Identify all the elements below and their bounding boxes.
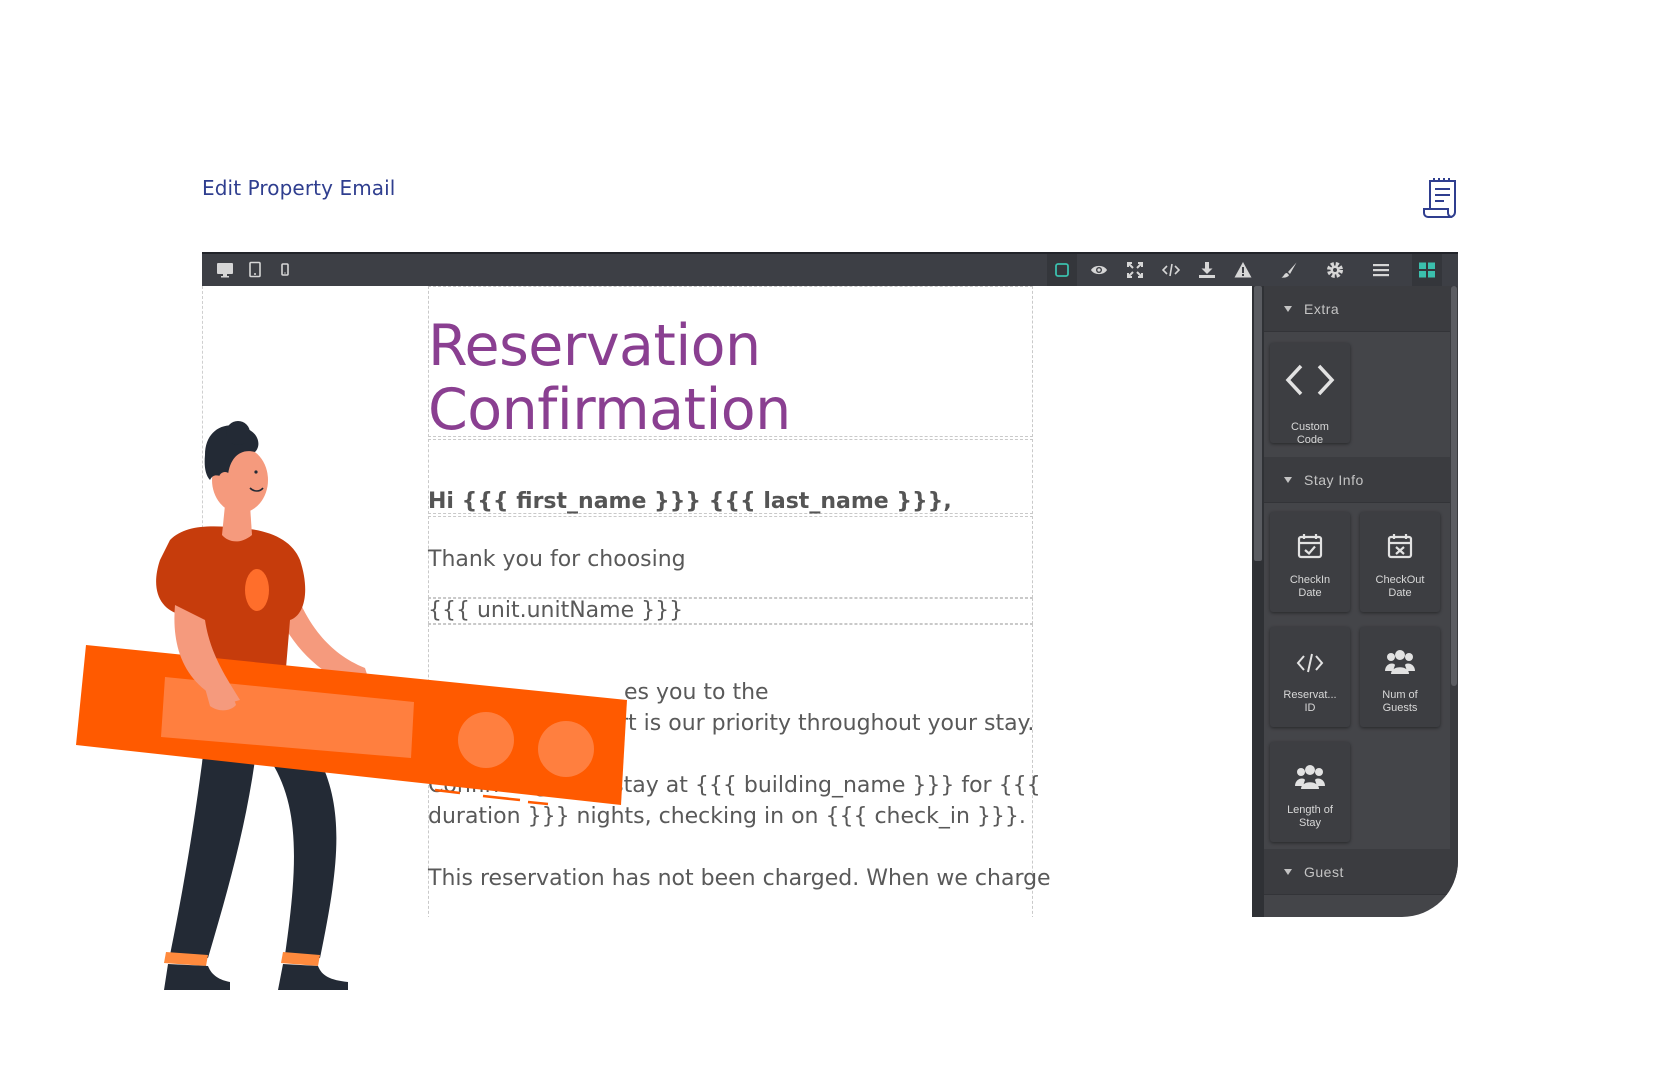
code-icon[interactable] — [1156, 254, 1186, 286]
email-editor: Reservation Confirmation Hi {{{ first_na… — [202, 252, 1458, 917]
sw-visibility-icon[interactable] — [1047, 254, 1077, 286]
caret-down-icon — [1284, 868, 1292, 875]
settings-icon[interactable] — [1320, 254, 1350, 286]
tablet-icon[interactable] — [240, 254, 270, 286]
confirm-line-2[interactable]: duration }}} nights, checking in on {{{ … — [428, 801, 1026, 832]
fullscreen-icon[interactable] — [1120, 254, 1150, 286]
welcome-line-2[interactable]: rt is our priority throughout your stay. — [619, 708, 1034, 739]
block-checkin-date[interactable]: CheckIn Date — [1270, 512, 1350, 612]
confirm-line-1[interactable]: Confirming your stay at {{{ building_nam… — [428, 770, 1041, 801]
canvas-scrollbar[interactable] — [1252, 286, 1264, 917]
caret-down-icon — [1284, 476, 1292, 483]
download-icon[interactable] — [1192, 254, 1222, 286]
blocks-panel: Extra Custom Code Stay Info CheckIn Date… — [1264, 286, 1458, 917]
category-extra[interactable]: Extra — [1264, 286, 1450, 332]
editor-canvas[interactable]: Reservation Confirmation Hi {{{ first_na… — [202, 286, 1253, 917]
users-icon — [1295, 765, 1325, 789]
block-reservation-id[interactable]: Reservat... ID — [1270, 627, 1350, 727]
greeting-text[interactable]: Hi {{{ first_name }}} {{{ last_name }}}, — [428, 486, 952, 517]
receipt-icon[interactable] — [1422, 178, 1460, 220]
desktop-icon[interactable] — [210, 254, 240, 286]
block-custom-code[interactable]: Custom Code — [1270, 343, 1350, 446]
calendar-check-icon — [1297, 534, 1323, 559]
category-guest[interactable]: Guest — [1264, 849, 1450, 895]
mobile-icon[interactable] — [270, 254, 300, 286]
editor-toolbar — [202, 252, 1458, 286]
charge-text[interactable]: This reservation has not been charged. W… — [428, 863, 1051, 894]
custom-code-icon — [1285, 364, 1335, 396]
email-body: Reservation Confirmation Hi {{{ first_na… — [428, 286, 1051, 917]
users-icon — [1385, 650, 1415, 674]
panel-scrollbar[interactable] — [1450, 286, 1458, 917]
page-title: Edit Property Email — [202, 176, 396, 200]
block-num-of-guests[interactable]: Num of Guests — [1360, 627, 1440, 727]
block-checkout-date[interactable]: CheckOut Date — [1360, 512, 1440, 612]
caret-down-icon — [1284, 305, 1292, 312]
layer-manager-icon[interactable] — [1366, 254, 1396, 286]
block-length-of-stay[interactable]: Length of Stay — [1270, 742, 1350, 842]
style-manager-icon[interactable] — [1274, 254, 1304, 286]
unit-name-text[interactable]: {{{ unit.unitName }}} — [428, 595, 683, 626]
blocks-icon[interactable] — [1412, 254, 1442, 286]
category-stay-info[interactable]: Stay Info — [1264, 457, 1450, 503]
warning-icon[interactable] — [1228, 254, 1258, 286]
calendar-x-icon — [1387, 534, 1413, 559]
email-heading[interactable]: Reservation Confirmation — [428, 314, 848, 442]
code-icon — [1296, 653, 1324, 673]
welcome-line-1[interactable]: es you to the — [624, 677, 769, 708]
thanks-text[interactable]: Thank you for choosing — [428, 544, 686, 575]
preview-icon[interactable] — [1084, 254, 1114, 286]
